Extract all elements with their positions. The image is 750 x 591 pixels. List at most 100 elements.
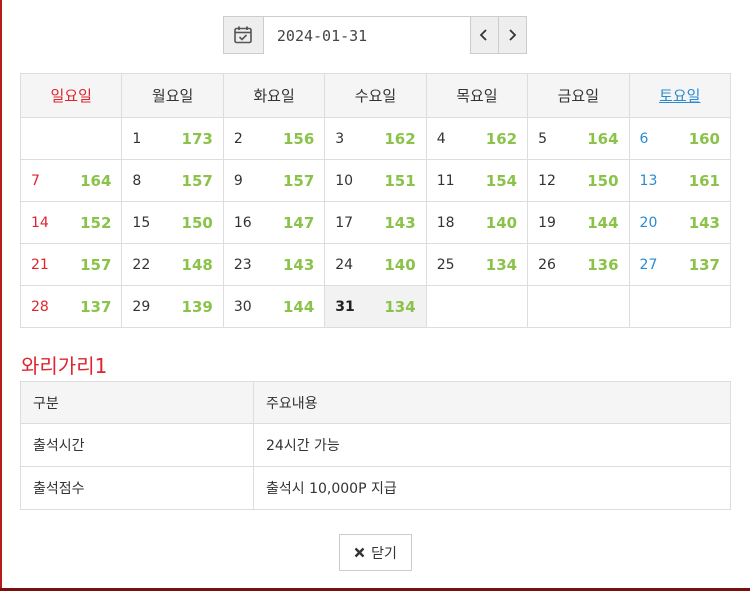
table-row: 출석시간 24시간 가능 bbox=[20, 423, 731, 467]
weekday-header: 월요일 bbox=[121, 73, 224, 118]
calendar-day-cell[interactable]: 26 136 bbox=[527, 243, 630, 286]
attendance-count: 147 bbox=[282, 213, 315, 232]
info-header-row: 구분 주요내용 bbox=[20, 381, 731, 424]
day-number: 21 bbox=[31, 256, 49, 273]
day-number: 7 bbox=[31, 172, 40, 189]
empty-day-cell bbox=[527, 285, 630, 328]
day-number: 1 bbox=[132, 130, 142, 147]
calendar-day-cell[interactable]: 4 162 bbox=[425, 117, 529, 160]
day-number: 25 bbox=[436, 256, 455, 273]
day-number: 11 bbox=[436, 172, 455, 189]
attendance-count: 156 bbox=[282, 129, 315, 148]
calendar-day-cell[interactable]: 11 154 bbox=[425, 159, 529, 202]
calendar-day-cell[interactable]: 9 157 bbox=[222, 159, 326, 202]
calendar-day-cell[interactable]: 31 134 bbox=[324, 285, 427, 328]
day-number: 30 bbox=[233, 298, 252, 315]
info-cell-value: 24시간 가능 bbox=[253, 423, 731, 467]
weekday-header: 토요일 bbox=[628, 73, 732, 118]
date-input[interactable] bbox=[263, 17, 470, 55]
info-table: 구분 주요내용 출석시간 24시간 가능 출석점수 출석시 10,000P 지급 bbox=[20, 381, 731, 510]
attendance-count: 157 bbox=[282, 171, 315, 190]
day-number: 14 bbox=[31, 214, 49, 231]
calendar-day-cell[interactable]: 28 137 bbox=[19, 285, 123, 328]
calendar-day-cell[interactable]: 1 173 bbox=[121, 117, 224, 160]
calendar-day-cell[interactable]: 16 147 bbox=[222, 201, 326, 244]
section-title: 와리가리1 bbox=[21, 354, 108, 378]
calendar-week-row: 28 137 29 139 30 144 31 134 bbox=[19, 285, 732, 328]
calendar-day-cell[interactable]: 2 156 bbox=[222, 117, 326, 160]
attendance-count: 140 bbox=[384, 255, 416, 274]
calendar-week-row: 7 164 8 157 9 157 10 151 11 154 12 150 13 161 bbox=[19, 159, 732, 202]
attendance-count: 148 bbox=[181, 255, 213, 274]
calendar-day-cell[interactable]: 10 151 bbox=[324, 159, 427, 202]
attendance-count: 161 bbox=[688, 171, 720, 190]
calendar-day-cell[interactable]: 3 162 bbox=[324, 117, 427, 160]
calendar-day-cell[interactable]: 8 157 bbox=[121, 159, 224, 202]
background-edge bbox=[0, 0, 2, 591]
day-number: 23 bbox=[233, 256, 252, 273]
day-number: 24 bbox=[335, 256, 354, 273]
attendance-count: 137 bbox=[80, 297, 112, 316]
calendar-day-cell[interactable]: 18 140 bbox=[425, 201, 529, 244]
next-month-button[interactable] bbox=[497, 17, 526, 53]
day-number: 26 bbox=[538, 256, 556, 273]
day-number: 2 bbox=[233, 130, 243, 147]
attendance-count: 162 bbox=[384, 129, 416, 148]
day-number: 5 bbox=[538, 130, 548, 147]
attendance-count: 143 bbox=[384, 213, 416, 232]
calendar-day-cell[interactable]: 7 164 bbox=[19, 159, 123, 202]
calendar-day-cell[interactable]: 17 143 bbox=[324, 201, 427, 244]
chevron-left-icon bbox=[480, 29, 488, 41]
weekday-header: 일요일 bbox=[19, 73, 123, 118]
day-number: 3 bbox=[335, 130, 345, 147]
info-header-content: 주요내용 bbox=[253, 381, 731, 424]
date-picker bbox=[223, 16, 527, 55]
calendar-check-icon[interactable] bbox=[224, 17, 264, 53]
attendance-count: 144 bbox=[587, 213, 619, 232]
calendar-day-cell[interactable]: 14 152 bbox=[19, 201, 123, 244]
calendar-day-cell[interactable]: 29 139 bbox=[121, 285, 224, 328]
calendar-day-cell[interactable]: 6 160 bbox=[628, 117, 732, 160]
prev-month-button[interactable] bbox=[469, 17, 498, 53]
attendance-count: 164 bbox=[80, 171, 112, 190]
close-button-label: 닫기 bbox=[371, 545, 397, 562]
weekday-header: 금요일 bbox=[527, 73, 630, 118]
info-cell-value: 출석시 10,000P 지급 bbox=[253, 466, 731, 510]
attendance-count: 164 bbox=[587, 129, 619, 148]
calendar-day-cell[interactable]: 27 137 bbox=[628, 243, 732, 286]
attendance-count: 173 bbox=[181, 129, 213, 148]
day-number: 4 bbox=[436, 130, 446, 147]
attendance-count: 134 bbox=[485, 255, 518, 274]
day-number: 8 bbox=[132, 172, 142, 189]
info-cell-label: 출석시간 bbox=[20, 423, 254, 467]
calendar-day-cell[interactable]: 22 148 bbox=[121, 243, 224, 286]
calendar-day-cell[interactable]: 24 140 bbox=[324, 243, 427, 286]
day-number: 22 bbox=[132, 256, 151, 273]
calendar-day-cell[interactable]: 21 157 bbox=[19, 243, 123, 286]
calendar-day-cell[interactable]: 23 143 bbox=[222, 243, 326, 286]
attendance-count: 157 bbox=[80, 255, 112, 274]
weekday-header: 화요일 bbox=[222, 73, 326, 118]
calendar-day-cell[interactable]: 25 134 bbox=[425, 243, 529, 286]
day-number: 13 bbox=[639, 172, 658, 189]
close-icon bbox=[354, 547, 365, 558]
calendar-day-cell[interactable]: 19 144 bbox=[527, 201, 630, 244]
calendar-day-cell[interactable]: 13 161 bbox=[628, 159, 732, 202]
calendar-day-cell[interactable]: 20 143 bbox=[628, 201, 732, 244]
day-number: 10 bbox=[335, 172, 354, 189]
day-number: 31 bbox=[335, 298, 355, 315]
calendar-day-cell[interactable]: 30 144 bbox=[222, 285, 326, 328]
calendar-day-cell[interactable]: 12 150 bbox=[527, 159, 630, 202]
attendance-count: 136 bbox=[587, 255, 619, 274]
day-number: 15 bbox=[132, 214, 151, 231]
calendar-day-cell[interactable]: 5 164 bbox=[527, 117, 630, 160]
attendance-count: 143 bbox=[688, 213, 720, 232]
weekday-header: 수요일 bbox=[324, 73, 427, 118]
close-button[interactable]: 닫기 bbox=[339, 534, 412, 571]
attendance-count: 154 bbox=[485, 171, 518, 190]
attendance-count: 144 bbox=[282, 297, 315, 316]
empty-day-cell bbox=[19, 117, 123, 160]
calendar-day-cell[interactable]: 15 150 bbox=[121, 201, 224, 244]
attendance-count: 162 bbox=[485, 129, 518, 148]
day-number: 9 bbox=[233, 172, 243, 189]
